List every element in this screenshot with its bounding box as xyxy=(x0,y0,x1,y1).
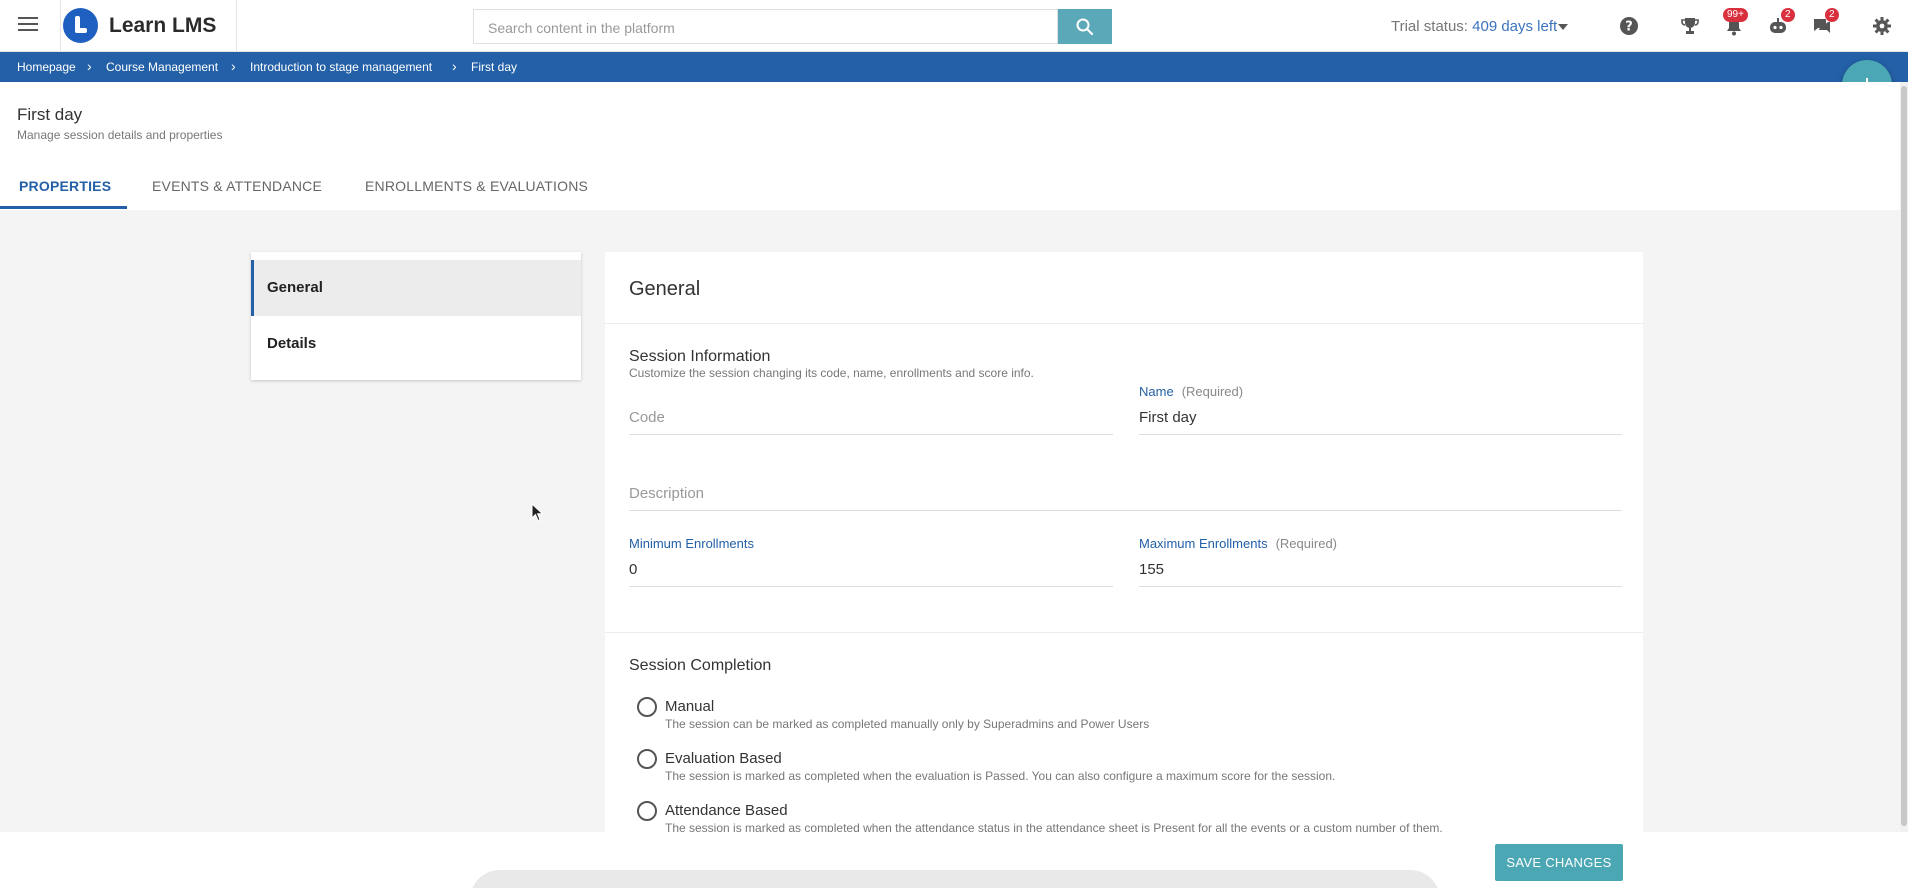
trial-status[interactable]: Trial status: 409 days left xyxy=(1391,18,1557,35)
name-label-text: Name xyxy=(1139,384,1174,399)
radio-attendance-based[interactable] xyxy=(637,801,657,821)
breadcrumb-course-management[interactable]: Course Management xyxy=(106,60,218,74)
radio-desc-attendance-based: The session is marked as completed when … xyxy=(665,821,1443,832)
search-button[interactable] xyxy=(1058,9,1112,44)
page-title: First day xyxy=(17,105,83,124)
active-tab-indicator xyxy=(0,206,127,209)
completion-title: Session Completion xyxy=(629,657,772,674)
code-field[interactable]: Code xyxy=(629,403,1113,435)
required-tag: (Required) xyxy=(1181,384,1244,399)
chevron-right-icon: › xyxy=(452,58,457,74)
min-enrollments-label: Minimum Enrollments xyxy=(629,536,754,551)
divider xyxy=(60,0,61,52)
robot-badge: 2 xyxy=(1781,8,1795,22)
trial-status-label: Trial status: xyxy=(1391,18,1468,35)
radio-label-attendance-based[interactable]: Attendance Based xyxy=(665,802,788,819)
tab-events-attendance[interactable]: EVENTS & ATTENDANCE xyxy=(152,178,322,194)
name-field[interactable]: First day xyxy=(1139,403,1622,435)
section-title: Session Information xyxy=(629,348,771,365)
min-enrollments-field[interactable]: 0 xyxy=(629,555,1113,587)
tab-properties[interactable]: PROPERTIES xyxy=(19,178,111,194)
radio-label-evaluation-based[interactable]: Evaluation Based xyxy=(665,750,782,767)
chat-badge: 2 xyxy=(1825,8,1839,22)
search-icon xyxy=(1076,18,1094,36)
help-icon[interactable]: ? xyxy=(1619,16,1639,36)
trial-days-left: 409 days left xyxy=(1472,18,1558,35)
radio-desc-manual: The session can be marked as completed m… xyxy=(665,717,1150,731)
page-subtitle: Manage session details and properties xyxy=(17,128,223,142)
required-tag: (Required) xyxy=(1275,536,1338,551)
hamburger-menu-icon[interactable] xyxy=(18,17,38,33)
breadcrumb: Homepage › Course Management › Introduct… xyxy=(0,52,1908,82)
nav-item-details[interactable]: Details xyxy=(251,316,581,372)
breadcrumb-current: First day xyxy=(471,60,518,74)
save-changes-button[interactable]: SAVE CHANGES xyxy=(1495,844,1623,881)
radio-evaluation-based[interactable] xyxy=(637,749,657,769)
footer-decoration xyxy=(470,870,1440,888)
max-enrollments-label-text: Maximum Enrollments xyxy=(1139,536,1268,551)
divider xyxy=(605,323,1643,324)
scrollbar-thumb[interactable] xyxy=(1901,86,1907,826)
page-header: First day Manage session details and pro… xyxy=(0,82,1900,210)
svg-text:?: ? xyxy=(1625,20,1633,35)
max-enrollments-label: Maximum Enrollments (Required) xyxy=(1139,536,1337,551)
description-field[interactable]: Description xyxy=(629,479,1622,511)
card-title: General xyxy=(629,278,701,300)
breadcrumb-homepage[interactable]: Homepage xyxy=(17,60,76,74)
chevron-right-icon: › xyxy=(231,58,236,74)
search-input[interactable]: Search content in the platform xyxy=(473,9,1058,44)
radio-label-manual[interactable]: Manual xyxy=(665,698,714,715)
app-logo[interactable] xyxy=(63,8,98,43)
tab-enrollments-evaluations[interactable]: ENROLLMENTS & EVALUATIONS xyxy=(365,178,588,194)
top-bar: Learn LMS Search content in the platform… xyxy=(0,0,1908,52)
trophy-icon[interactable] xyxy=(1680,16,1700,36)
radio-desc-evaluation-based: The session is marked as completed when … xyxy=(665,769,1336,783)
divider xyxy=(236,0,237,52)
divider xyxy=(605,632,1643,633)
chevron-right-icon: › xyxy=(87,58,92,74)
section-nav: General Details xyxy=(251,252,581,380)
name-label: Name (Required) xyxy=(1139,384,1243,399)
notification-badge: 99+ xyxy=(1723,8,1748,22)
max-enrollments-field[interactable]: 155 xyxy=(1139,555,1622,587)
gear-icon[interactable] xyxy=(1872,16,1892,36)
section-subtitle: Customize the session changing its code,… xyxy=(629,366,1034,380)
app-name: Learn LMS xyxy=(109,14,217,37)
nav-item-general[interactable]: General xyxy=(251,260,581,316)
general-card: General Session Information Customize th… xyxy=(605,252,1643,832)
chevron-down-icon[interactable] xyxy=(1558,24,1568,30)
breadcrumb-course[interactable]: Introduction to stage management xyxy=(250,60,432,74)
radio-manual[interactable] xyxy=(637,697,657,717)
mouse-cursor-icon xyxy=(531,503,544,522)
